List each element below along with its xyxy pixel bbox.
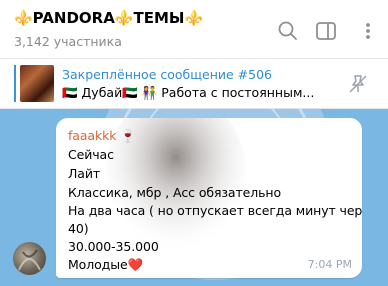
message-line: 40)	[68, 221, 89, 236]
sender-avatar[interactable]	[13, 242, 46, 275]
sidebar-panel-icon[interactable]	[315, 20, 337, 42]
message-line: Классика, мбр , Асс обязательно	[68, 185, 282, 200]
pinned-message-bar[interactable]: Закреплённое сообщение #506 🇦🇪 Дубай🇦🇪 👫…	[0, 59, 388, 109]
pinned-preview-text: 🇦🇪 Дубай🇦🇪 👫 Работа с постоянным...	[62, 85, 315, 100]
message-time: 7:04 PM	[307, 258, 352, 271]
message-bubble[interactable]: faaakkk 🍷 Сейчас Лайт Классика, мбр , Ас…	[56, 118, 362, 278]
pinned-thumbnail	[20, 65, 54, 102]
chat-title[interactable]: ⚜️PANDORA⚜️ТЕМЫ⚜️	[14, 9, 203, 27]
pinned-accent-line	[14, 65, 16, 102]
message-line: Молодые❤️	[68, 257, 144, 272]
more-vertical-icon[interactable]	[357, 20, 379, 42]
member-count: 3,142 участника	[14, 34, 122, 49]
message-sender[interactable]: faaakkk 🍷	[68, 128, 136, 144]
unpin-icon[interactable]	[347, 73, 369, 95]
message-line: Сейчас	[68, 147, 114, 162]
message-line: Лайт	[68, 166, 101, 181]
search-icon[interactable]	[277, 20, 299, 42]
chat-header: ⚜️PANDORA⚜️ТЕМЫ⚜️ 3,142 участника	[0, 0, 388, 59]
pinned-title: Закреплённое сообщение #506	[62, 67, 272, 82]
message-line: На два часа ( но отпускает всегда минут …	[68, 203, 362, 218]
message-line: 30.000-35.000	[68, 239, 159, 254]
